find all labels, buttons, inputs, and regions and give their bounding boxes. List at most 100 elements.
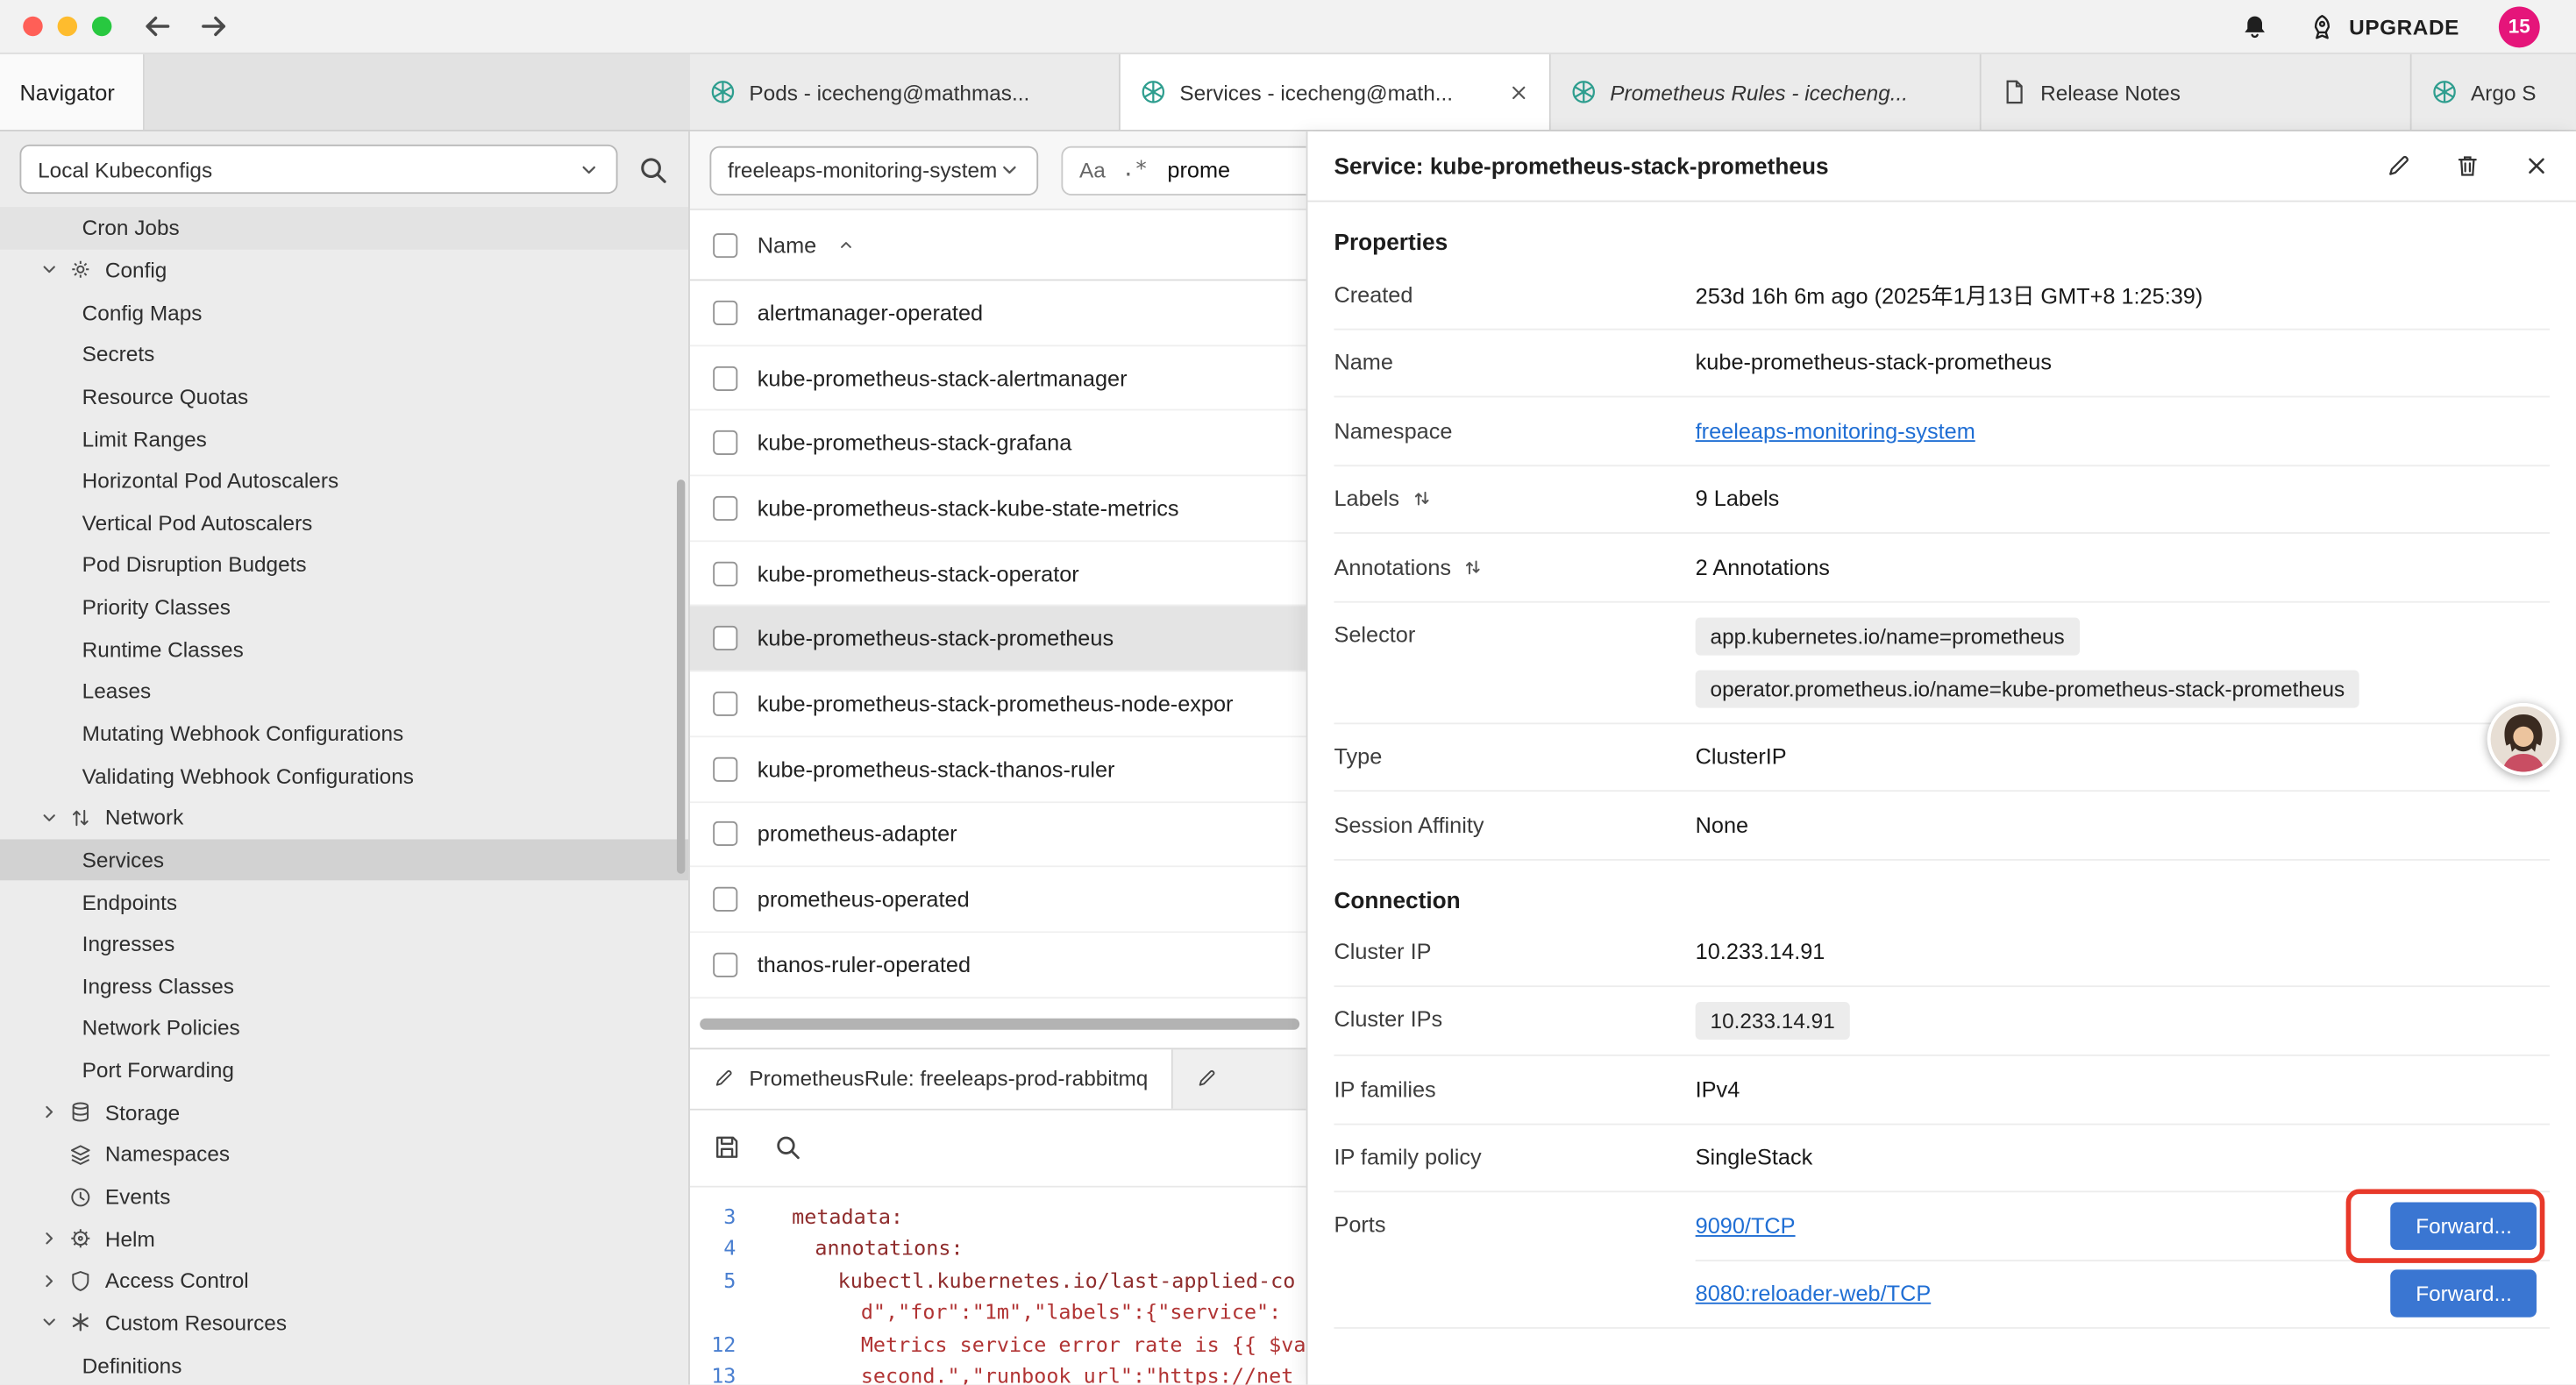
back-button[interactable] bbox=[141, 10, 174, 42]
row-checkbox[interactable] bbox=[713, 626, 737, 650]
sidebar-item-secrets[interactable]: Secrets bbox=[0, 333, 688, 375]
detail-row-label: Selector bbox=[1334, 602, 1695, 647]
sidebar-search-button[interactable] bbox=[637, 153, 669, 185]
sidebar-item-ingress-classes[interactable]: Ingress Classes bbox=[0, 965, 688, 1007]
name-column-header[interactable]: Name bbox=[758, 232, 816, 257]
close-window-button[interactable] bbox=[23, 17, 42, 36]
detail-label-text: Labels bbox=[1334, 487, 1399, 511]
save-icon[interactable] bbox=[713, 1133, 741, 1161]
row-checkbox[interactable] bbox=[713, 366, 737, 390]
sidebar-item-access-control[interactable]: Access Control bbox=[0, 1260, 688, 1302]
row-checkbox[interactable] bbox=[713, 561, 737, 586]
sidebar-item-config-maps[interactable]: Config Maps bbox=[0, 291, 688, 333]
user-avatar[interactable] bbox=[2487, 703, 2559, 775]
row-checkbox[interactable] bbox=[713, 756, 737, 781]
upgrade-button[interactable]: UPGRADE bbox=[2308, 12, 2459, 40]
detail-row-label: Ports bbox=[1334, 1192, 1695, 1237]
editor-tab-prometheusrule-freeleaps-prod-rabbitmq[interactable]: PrometheusRule: freeleaps-prod-rabbitmq bbox=[690, 1048, 1172, 1107]
detail-row-namespace: Namespacefreeleaps-monitoring-system bbox=[1334, 397, 2550, 465]
sidebar-item-cron-jobs[interactable]: Cron Jobs bbox=[0, 207, 688, 249]
sidebar-item-services[interactable]: Services bbox=[0, 839, 688, 881]
forward-button[interactable]: Forward... bbox=[2391, 1270, 2537, 1318]
sidebar-item-definitions[interactable]: Definitions bbox=[0, 1344, 688, 1384]
port-link[interactable]: 8080:reloader-web/TCP bbox=[1696, 1282, 1932, 1306]
sort-icon[interactable] bbox=[1462, 557, 1484, 578]
detail-row-ip-family-policy: IP family policySingleStack bbox=[1334, 1125, 2550, 1193]
row-checkbox[interactable] bbox=[713, 887, 737, 912]
sidebar-item-config[interactable]: Config bbox=[0, 249, 688, 291]
navigator-panel-tab[interactable]: Navigator bbox=[0, 54, 145, 130]
detail-value-text: 2 Annotations bbox=[1696, 555, 1830, 579]
sidebar-item-pod-disruption-budgets[interactable]: Pod Disruption Budgets bbox=[0, 543, 688, 586]
pencil-button[interactable] bbox=[2386, 153, 2412, 179]
chevron-down-icon bbox=[39, 807, 59, 827]
table-horizontal-scrollbar[interactable] bbox=[700, 1018, 1299, 1029]
sidebar-item-storage[interactable]: Storage bbox=[0, 1091, 688, 1133]
detail-row-value: kube-prometheus-stack-prometheus bbox=[1696, 351, 2550, 375]
row-checkbox[interactable] bbox=[713, 952, 737, 977]
tab-argo-s[interactable]: Argo S bbox=[2412, 54, 2576, 130]
sidebar-item-limit-ranges[interactable]: Limit Ranges bbox=[0, 417, 688, 459]
sidebar-item-network-policies[interactable]: Network Policies bbox=[0, 1007, 688, 1049]
sidebar-item-ingresses[interactable]: Ingresses bbox=[0, 923, 688, 965]
sidebar-item-mutating-webhook-configurations[interactable]: Mutating Webhook Configurations bbox=[0, 713, 688, 755]
tab-release-notes[interactable]: Release Notes bbox=[1982, 54, 2412, 130]
sidebar-item-priority-classes[interactable]: Priority Classes bbox=[0, 586, 688, 628]
close-icon[interactable] bbox=[1508, 82, 1529, 103]
sidebar-item-custom-resources[interactable]: Custom Resources bbox=[0, 1302, 688, 1344]
sidebar-item-resource-quotas[interactable]: Resource Quotas bbox=[0, 375, 688, 417]
close-button[interactable] bbox=[2523, 153, 2550, 179]
port-link[interactable]: 9090/TCP bbox=[1696, 1213, 1796, 1238]
sidebar-item-label: Network Policies bbox=[82, 1016, 240, 1041]
notifications-bell-icon[interactable] bbox=[2241, 12, 2269, 40]
sidebar-item-leases[interactable]: Leases bbox=[0, 671, 688, 713]
sidebar-item-runtime-classes[interactable]: Runtime Classes bbox=[0, 629, 688, 671]
match-case-toggle[interactable]: Aa bbox=[1079, 158, 1106, 182]
pencil-icon bbox=[713, 1068, 734, 1089]
row-checkbox[interactable] bbox=[713, 692, 737, 716]
tab-pods-icecheng-mathmas[interactable]: Pods - icecheng@mathmas... bbox=[690, 54, 1121, 130]
forward-button[interactable]: Forward... bbox=[2391, 1202, 2537, 1249]
code-text: Metrics service error rate is {{ $va bbox=[759, 1328, 1306, 1360]
sidebar-item-endpoints[interactable]: Endpoints bbox=[0, 881, 688, 923]
sidebar-item-label: Validating Webhook Configurations bbox=[82, 764, 414, 788]
search-icon[interactable] bbox=[774, 1133, 802, 1161]
detail-row-annotations: Annotations2 Annotations bbox=[1334, 534, 2550, 602]
tab-strip: Navigator Pods - icecheng@mathmas...Serv… bbox=[0, 54, 2576, 131]
kubeconfig-dropdown[interactable]: Local Kubeconfigs bbox=[19, 145, 617, 194]
search-input[interactable] bbox=[1164, 156, 1313, 184]
sidebar-item-helm[interactable]: Helm bbox=[0, 1218, 688, 1260]
section-heading-properties: Properties bbox=[1334, 228, 2550, 254]
row-checkbox[interactable] bbox=[713, 496, 737, 521]
sidebar-item-namespaces[interactable]: Namespaces bbox=[0, 1133, 688, 1175]
notification-badge[interactable]: 15 bbox=[2499, 6, 2540, 47]
sidebar-item-port-forwarding[interactable]: Port Forwarding bbox=[0, 1049, 688, 1091]
row-checkbox[interactable] bbox=[713, 301, 737, 325]
tab-prometheus-rules-icecheng[interactable]: Prometheus Rules - icecheng... bbox=[1551, 54, 1982, 130]
chevron-right-icon bbox=[39, 1229, 59, 1248]
regex-toggle[interactable]: .* bbox=[1122, 158, 1148, 182]
minimize-window-button[interactable] bbox=[58, 17, 77, 36]
sidebar-item-vertical-pod-autoscalers[interactable]: Vertical Pod Autoscalers bbox=[0, 501, 688, 543]
editor-tab-label: PrometheusRule: freeleaps-prod-rabbitmq bbox=[749, 1066, 1148, 1090]
namespace-dropdown[interactable]: freeleaps-monitoring-system bbox=[709, 146, 1038, 195]
sidebar-item-horizontal-pod-autoscalers[interactable]: Horizontal Pod Autoscalers bbox=[0, 459, 688, 501]
sidebar-item-network[interactable]: Network bbox=[0, 797, 688, 839]
detail-label-text: Name bbox=[1334, 351, 1392, 375]
sort-icon[interactable] bbox=[1411, 488, 1432, 509]
trash-button[interactable] bbox=[2454, 153, 2480, 179]
service-name: prometheus-adapter bbox=[758, 821, 957, 846]
sidebar-item-validating-webhook-configurations[interactable]: Validating Webhook Configurations bbox=[0, 755, 688, 797]
namespace-link[interactable]: freeleaps-monitoring-system bbox=[1696, 418, 1975, 443]
detail-value-text: kube-prometheus-stack-prometheus bbox=[1696, 351, 2052, 375]
select-all-checkbox[interactable] bbox=[713, 232, 737, 257]
row-checkbox[interactable] bbox=[713, 430, 737, 455]
sidebar-item-events[interactable]: Events bbox=[0, 1175, 688, 1218]
detail-row-label: Labels bbox=[1334, 487, 1695, 511]
tab-services-icecheng-math[interactable]: Services - icecheng@math... bbox=[1121, 54, 1551, 130]
sidebar-item-label: Config bbox=[105, 258, 167, 282]
zoom-window-button[interactable] bbox=[92, 17, 111, 36]
row-checkbox[interactable] bbox=[713, 821, 737, 846]
sidebar-scrollbar[interactable] bbox=[677, 479, 685, 874]
forward-button[interactable] bbox=[197, 10, 230, 42]
